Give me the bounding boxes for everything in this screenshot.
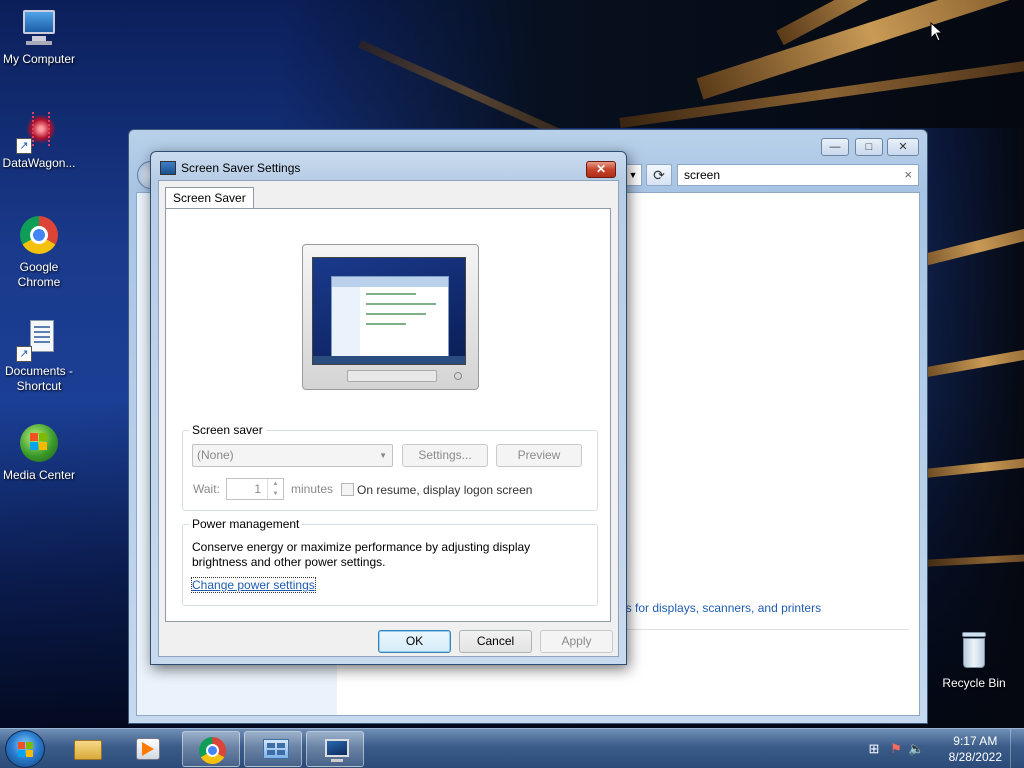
- desktop-icon-recycle-bin[interactable]: Recycle Bin: [935, 630, 1013, 691]
- computer-icon: [18, 6, 60, 48]
- desktop-icon-label: Google Chrome: [17, 260, 61, 289]
- system-tray: ⊞ ⚑ 🔈 9:17 AM 8/28/2022: [854, 729, 1024, 768]
- media-player-icon: [134, 736, 162, 762]
- search-input[interactable]: [678, 165, 888, 185]
- shortcut-arrow-icon: ↗: [16, 138, 32, 154]
- desktop-icon-label: Media Center: [2, 468, 76, 482]
- desktop-icon-label: Recycle Bin: [942, 676, 1006, 690]
- chevron-down-icon: ▼: [379, 451, 387, 460]
- datawagon-icon: ↗: [16, 110, 60, 154]
- desktop-icon-label: Documents - Shortcut: [4, 364, 74, 393]
- taskbar-chrome[interactable]: [182, 731, 240, 767]
- monitor-preview: [302, 244, 479, 390]
- windows-logo-icon: [18, 742, 34, 758]
- clock[interactable]: 9:17 AM 8/28/2022: [949, 733, 1002, 765]
- power-management-group: Power management Conserve energy or maxi…: [182, 517, 598, 606]
- divider: [619, 629, 909, 630]
- screen-saver-icon: [323, 737, 351, 763]
- desktop-icon-my-computer[interactable]: My Computer: [0, 6, 78, 67]
- show-desktop-button[interactable]: [1010, 729, 1024, 768]
- clock-time: 9:17 AM: [953, 734, 998, 748]
- taskbar: ⊞ ⚑ 🔈 9:17 AM 8/28/2022: [0, 728, 1024, 768]
- screen-saver-select[interactable]: (None) ▼: [192, 444, 393, 467]
- control-panel-icon: [261, 737, 289, 763]
- close-button[interactable]: ✕: [887, 138, 919, 156]
- preview-button[interactable]: Preview: [496, 444, 582, 467]
- tab-panel: Screen saver (None) ▼ Settings... Previe…: [165, 208, 611, 622]
- power-description-line2: brightness and other power settings.: [192, 555, 386, 569]
- screen-saver-group-label: Screen saver: [189, 423, 266, 437]
- screen-saver-settings-dialog[interactable]: Screen Saver Settings ✕ Screen Saver Scr…: [150, 151, 627, 665]
- folder-icon: [74, 736, 102, 762]
- desktop-icon-documents-shortcut[interactable]: ↗ Documents - Shortcut: [0, 318, 78, 394]
- screen-saver-icon: [160, 161, 176, 175]
- recycle-bin-icon: [953, 630, 995, 672]
- apply-button[interactable]: Apply: [540, 630, 613, 653]
- power-description-line1: Conserve energy or maximize performance …: [192, 540, 531, 554]
- start-button[interactable]: [5, 730, 45, 768]
- refresh-button[interactable]: ⟳: [646, 164, 672, 186]
- cancel-button[interactable]: Cancel: [459, 630, 532, 653]
- screen-saver-group: Screen saver (None) ▼ Settings... Previe…: [182, 423, 598, 511]
- devices-settings-link[interactable]: gs for displays, scanners, and printers: [619, 601, 821, 615]
- refresh-icon: ⟳: [653, 167, 665, 183]
- logon-screen-label: On resume, display logon screen: [357, 483, 533, 497]
- spinner-arrows-icon[interactable]: ▲ ▼: [267, 479, 283, 499]
- settings-button[interactable]: Settings...: [402, 444, 488, 467]
- screen-saver-selected: (None): [197, 448, 234, 462]
- clear-search-icon[interactable]: ×: [904, 167, 912, 182]
- wait-value: 1: [254, 482, 261, 496]
- tab-screen-saver[interactable]: Screen Saver: [165, 187, 254, 208]
- documents-icon: ↗: [16, 318, 60, 362]
- desktop-icon-datawagon[interactable]: ↗ DataWagon...: [0, 110, 78, 171]
- logon-screen-checkbox[interactable]: [341, 483, 354, 496]
- taskbar-file-explorer[interactable]: [58, 731, 116, 767]
- dialog-body: Screen Saver Screen saver (None) ▼ Setti…: [158, 180, 619, 657]
- desktop-icon-google-chrome[interactable]: Google Chrome: [0, 214, 78, 290]
- desktop-icon-label: My Computer: [2, 52, 76, 66]
- wait-label: Wait:: [193, 482, 220, 496]
- mouse-cursor-icon: [930, 22, 944, 42]
- network-icon[interactable]: ⊞: [866, 741, 882, 757]
- volume-icon[interactable]: 🔈: [908, 741, 924, 757]
- dialog-title: Screen Saver Settings: [181, 161, 301, 175]
- taskbar-media-player[interactable]: [118, 731, 176, 767]
- dialog-close-button[interactable]: ✕: [586, 161, 616, 178]
- desktop-icon-media-center[interactable]: Media Center: [0, 422, 78, 483]
- shortcut-arrow-icon: ↗: [16, 346, 32, 362]
- maximize-button[interactable]: □: [855, 138, 883, 156]
- taskbar-screen-saver-settings[interactable]: [306, 731, 364, 767]
- monitor-stand: [347, 370, 437, 382]
- search-box[interactable]: ×: [677, 164, 919, 186]
- minimize-button[interactable]: —: [821, 138, 849, 156]
- desktop-icon-label: DataWagon...: [2, 156, 76, 170]
- media-center-icon: [18, 422, 60, 464]
- preview-screen: [312, 257, 466, 365]
- minutes-label: minutes: [291, 482, 334, 496]
- chrome-icon: [199, 737, 227, 764]
- ok-button[interactable]: OK: [378, 630, 451, 653]
- taskbar-control-panel[interactable]: [244, 731, 302, 767]
- clock-date: 8/28/2022: [948, 750, 1002, 764]
- wait-minutes-spinner[interactable]: 1 ▲ ▼: [226, 478, 284, 500]
- power-management-group-label: Power management: [189, 517, 303, 531]
- chrome-icon: [18, 214, 60, 256]
- change-power-settings-link[interactable]: Change power settings: [191, 577, 316, 593]
- action-center-flag-icon[interactable]: ⚑: [888, 741, 904, 757]
- monitor-power-icon: [454, 372, 462, 380]
